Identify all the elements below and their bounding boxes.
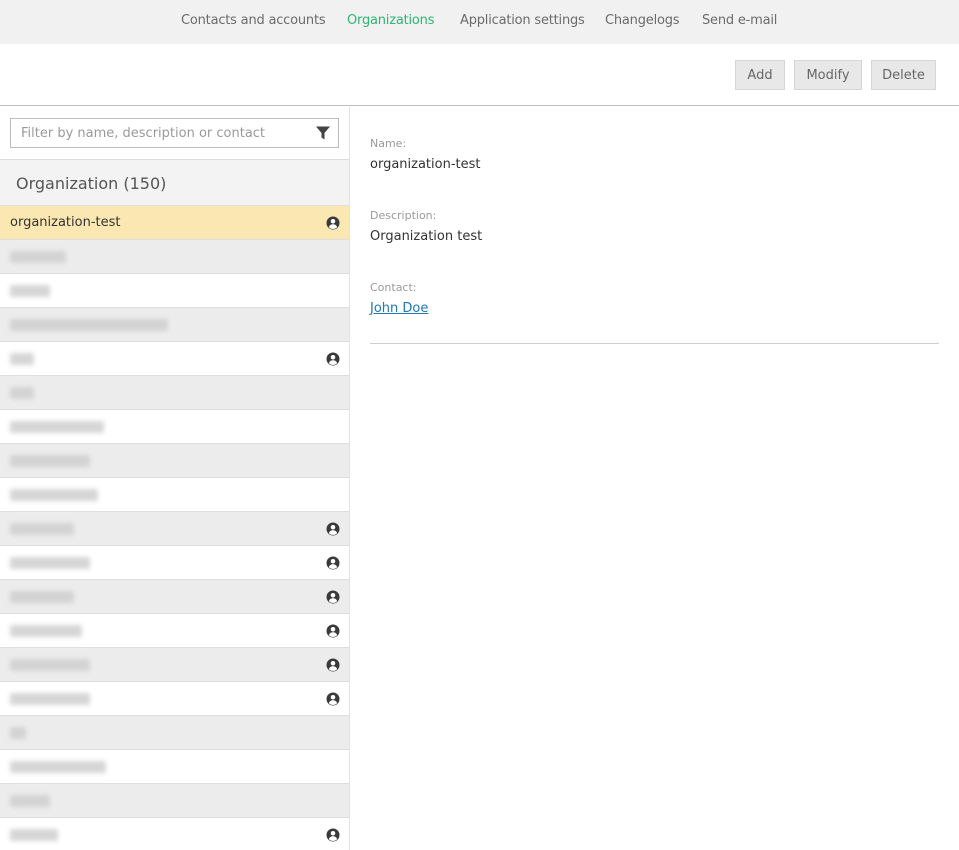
redacted-name — [10, 319, 168, 331]
list-item[interactable] — [0, 546, 349, 580]
filter-input[interactable] — [11, 119, 309, 147]
user-circle-icon — [326, 658, 340, 672]
name-label: Name: — [370, 137, 407, 150]
redacted-name — [10, 421, 104, 433]
user-circle-icon — [326, 590, 340, 604]
list-item[interactable] — [0, 274, 349, 308]
list-item-label: organization-test — [10, 215, 121, 230]
list-item[interactable]: organization-test — [0, 206, 349, 240]
nav-changelogs[interactable]: Changelogs — [605, 13, 680, 28]
user-circle-icon — [326, 624, 340, 638]
contact-link[interactable]: John Doe — [370, 301, 428, 316]
toolbar: Add Modify Delete — [0, 44, 959, 106]
list-item[interactable] — [0, 376, 349, 410]
user-circle-icon — [326, 522, 340, 536]
user-circle-icon — [326, 556, 340, 570]
redacted-name — [10, 591, 74, 603]
redacted-name — [10, 625, 82, 637]
list-item[interactable] — [0, 512, 349, 546]
list-item[interactable] — [0, 410, 349, 444]
top-navigation: Contacts and accounts Organizations Appl… — [0, 0, 959, 44]
redacted-name — [10, 489, 98, 501]
description-label: Description: — [370, 209, 437, 222]
redacted-name — [10, 387, 34, 399]
redacted-name — [10, 727, 26, 739]
user-circle-icon — [326, 352, 340, 366]
redacted-name — [10, 829, 58, 841]
description-value: Organization test — [370, 229, 483, 244]
redacted-name — [10, 251, 66, 263]
list-item[interactable] — [0, 818, 349, 850]
name-value: organization-test — [370, 157, 481, 172]
contact-label: Contact: — [370, 281, 417, 294]
filter-box — [10, 118, 339, 148]
list-item[interactable] — [0, 750, 349, 784]
nav-contacts-and-accounts[interactable]: Contacts and accounts — [181, 13, 326, 28]
list-item[interactable] — [0, 614, 349, 648]
redacted-name — [10, 285, 50, 297]
list-item[interactable] — [0, 580, 349, 614]
nav-send-email[interactable]: Send e-mail — [702, 13, 777, 28]
list-item[interactable] — [0, 648, 349, 682]
user-circle-icon — [326, 216, 340, 230]
redacted-name — [10, 693, 90, 705]
redacted-name — [10, 795, 50, 807]
redacted-name — [10, 761, 106, 773]
detail-divider — [370, 343, 939, 344]
nav-application-settings[interactable]: Application settings — [460, 13, 585, 28]
nav-organizations[interactable]: Organizations — [347, 13, 434, 28]
user-circle-icon — [326, 692, 340, 706]
list-item[interactable] — [0, 716, 349, 750]
redacted-name — [10, 659, 90, 671]
list-item[interactable] — [0, 444, 349, 478]
filter-icon[interactable] — [308, 119, 338, 147]
modify-button[interactable]: Modify — [794, 60, 862, 90]
organization-list-panel: Organization (150) organization-test — [0, 107, 350, 850]
redacted-name — [10, 523, 74, 535]
add-button[interactable]: Add — [735, 60, 785, 90]
list-item[interactable] — [0, 342, 349, 376]
redacted-name — [10, 353, 34, 365]
redacted-name — [10, 455, 90, 467]
list-item[interactable] — [0, 478, 349, 512]
organization-list: organization-test — [0, 206, 349, 850]
user-circle-icon — [326, 828, 340, 842]
list-item[interactable] — [0, 682, 349, 716]
list-title: Organization (150) — [16, 174, 167, 193]
list-item[interactable] — [0, 240, 349, 274]
list-item[interactable] — [0, 784, 349, 818]
redacted-name — [10, 557, 90, 569]
delete-button[interactable]: Delete — [871, 60, 936, 90]
list-item[interactable] — [0, 308, 349, 342]
list-header: Organization (150) — [0, 160, 349, 206]
